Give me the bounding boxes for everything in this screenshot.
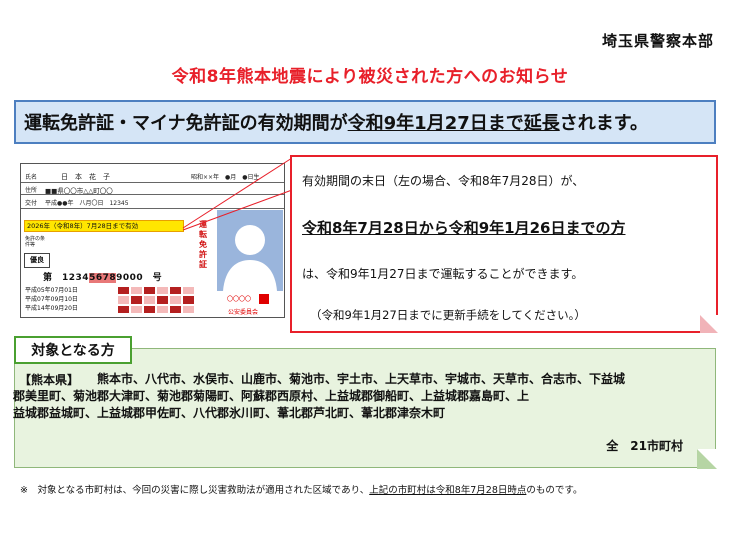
municipalities-line-2: 郡美里町、菊池郡大津町、菊池郡菊陽町、阿蘇郡西原村、上益城郡御船町、上益城郡嘉島… bbox=[13, 389, 530, 403]
info-line-4: （令和9年1月27日までに更新手続をしてください。） bbox=[310, 308, 586, 322]
info-line-1: 有効期間の末日（左の場合、令和8年7月28日）が、 bbox=[302, 174, 585, 188]
info-line-3: は、令和9年1月27日まで運転することができます。 bbox=[302, 267, 584, 281]
target-prefecture: 【熊本県】 bbox=[19, 373, 80, 387]
info-box: 有効期間の末日（左の場合、令和8年7月28日）が、 令和8年7月28日から令和9… bbox=[290, 155, 718, 333]
info-line-2: 令和8年7月28日から令和9年1月26日までの方 bbox=[302, 219, 626, 237]
footnote: ※ 対象となる市町村は、今回の災害に際し災害救助法が適用された区域であり、上記の… bbox=[20, 482, 582, 496]
municipalities-line-1: 熊本市、八代市、水俣市、山鹿市、菊池市、宇土市、上天草市、宇城市、天草市、合志市… bbox=[97, 372, 626, 386]
footnote-text-2: のものです。 bbox=[526, 485, 583, 496]
target-municipalities: 熊本市、八代市、水俣市、山鹿市、菊池市、宇土市、上天草市、宇城市、天草市、合志市… bbox=[13, 371, 697, 422]
footnote-underlined: 上記の市町村は令和8年7月28日時点 bbox=[369, 485, 527, 496]
target-label: 対象となる方 bbox=[14, 336, 132, 364]
footnote-text-1: ※ 対象となる市町村は、今回の災害に際し災害救助法が適用された区域であり、 bbox=[20, 485, 370, 496]
page-fold-corner-shade bbox=[700, 315, 718, 333]
target-area-box: 【熊本県】 熊本市、八代市、水俣市、山鹿市、菊池市、宇土市、上天草市、宇城市、天… bbox=[13, 348, 717, 469]
page-fold-corner-shade bbox=[697, 449, 717, 469]
target-total: 全 21市町村 bbox=[606, 439, 683, 453]
municipalities-line-3: 益城郡益城町、上益城郡甲佐町、八代郡氷川町、葦北郡芦北町、葦北郡津奈木町 bbox=[13, 406, 446, 420]
